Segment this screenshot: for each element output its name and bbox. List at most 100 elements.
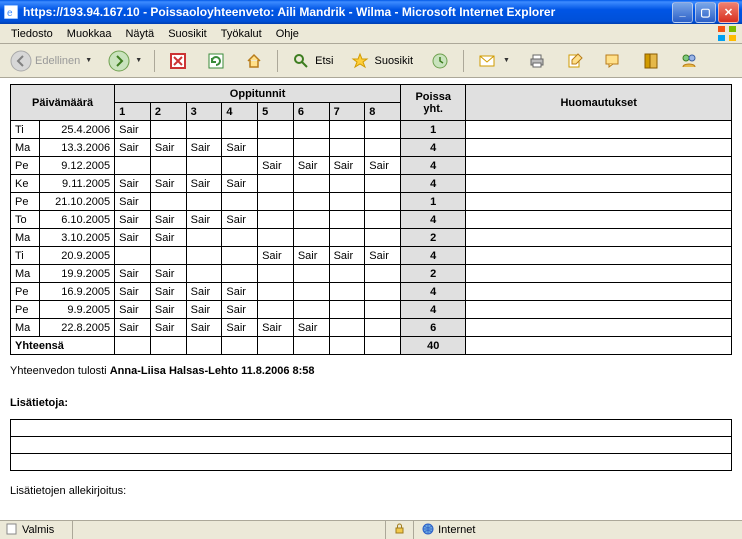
cell-total: 4 xyxy=(401,157,466,175)
titlebar: e https://193.94.167.10 - Poissaoloyhtee… xyxy=(0,0,742,24)
cell-lesson xyxy=(293,211,329,229)
cell-lesson xyxy=(365,193,401,211)
cell-total: 4 xyxy=(401,211,466,229)
cell-lesson xyxy=(329,193,365,211)
cell-lesson: Sair xyxy=(329,157,365,175)
printed-prefix: Yhteenvedon tulosti xyxy=(10,365,110,377)
table-row xyxy=(11,420,732,437)
cell-lesson xyxy=(329,319,365,337)
table-row: Ma13.3.2006SairSairSairSair4 xyxy=(11,139,732,157)
cell-lesson xyxy=(329,229,365,247)
cell-date: 22.8.2005 xyxy=(39,319,115,337)
cell-lesson xyxy=(150,193,186,211)
windows-logo-icon xyxy=(718,26,738,42)
star-icon xyxy=(349,50,371,72)
cell-day: Pe xyxy=(11,301,40,319)
cell-notes xyxy=(466,175,732,193)
head-lesson-7: 7 xyxy=(329,103,365,121)
cell-lesson: Sair xyxy=(365,247,401,265)
cell-lesson xyxy=(258,193,294,211)
internet-icon xyxy=(422,523,434,538)
cell-lesson xyxy=(186,157,222,175)
cell-lesson xyxy=(365,283,401,301)
table-row: Ti25.4.2006Sair1 xyxy=(11,121,732,139)
cell-lesson: Sair xyxy=(115,229,151,247)
menu-item-tools[interactable]: Työkalut xyxy=(214,26,269,42)
research-button[interactable] xyxy=(634,46,668,76)
cell-lesson: Sair xyxy=(222,139,258,157)
stop-button[interactable] xyxy=(161,46,195,76)
close-button[interactable]: ✕ xyxy=(718,2,739,23)
cell-lesson: Sair xyxy=(115,265,151,283)
extras-label: Lisätietoja: xyxy=(10,397,732,409)
cell-total: 6 xyxy=(401,319,466,337)
favorites-button[interactable]: Suosikit xyxy=(343,46,419,76)
printed-who: Anna-Liisa Halsas-Lehto 11.8.2006 8:58 xyxy=(110,365,315,377)
table-row xyxy=(11,454,732,471)
cell-lesson xyxy=(258,229,294,247)
cell-notes xyxy=(466,211,732,229)
absence-table: Päivämäärä Oppitunnit Poissa yht. Huomau… xyxy=(10,84,732,355)
svg-text:e: e xyxy=(7,8,13,19)
cell-lesson xyxy=(186,265,222,283)
menu-item-edit[interactable]: Muokkaa xyxy=(60,26,119,42)
menu-item-favorites[interactable]: Suosikit xyxy=(161,26,214,42)
cell-day: Ma xyxy=(11,229,40,247)
cell-day: Ma xyxy=(11,319,40,337)
menu-item-view[interactable]: Näytä xyxy=(118,26,161,42)
discuss-icon xyxy=(602,50,624,72)
table-row: Ma19.9.2005SairSair2 xyxy=(11,265,732,283)
messenger-button[interactable] xyxy=(672,46,706,76)
cell-lesson xyxy=(186,229,222,247)
head-lesson-3: 3 xyxy=(186,103,222,121)
print-icon xyxy=(526,50,548,72)
cell-lesson: Sair xyxy=(329,247,365,265)
discuss-button[interactable] xyxy=(596,46,630,76)
print-button[interactable] xyxy=(520,46,554,76)
minimize-button[interactable]: _ xyxy=(672,2,693,23)
lock-icon xyxy=(394,523,405,537)
chevron-down-icon: ▼ xyxy=(135,57,142,64)
menu-item-help[interactable]: Ohje xyxy=(269,26,306,42)
cell-lesson xyxy=(293,283,329,301)
cell-lesson xyxy=(258,301,294,319)
cell-lesson xyxy=(365,301,401,319)
head-date: Päivämäärä xyxy=(11,85,115,121)
cell-lesson xyxy=(293,121,329,139)
cell-lesson xyxy=(258,265,294,283)
head-lessons: Oppitunnit xyxy=(115,85,401,103)
status-zone: Internet xyxy=(414,521,742,539)
cell-date: 19.9.2005 xyxy=(39,265,115,283)
cell-lesson xyxy=(293,139,329,157)
cell-lesson: Sair xyxy=(186,175,222,193)
menu-item-file[interactable]: Tiedosto xyxy=(4,26,60,42)
refresh-button[interactable] xyxy=(199,46,233,76)
cell-lesson: Sair xyxy=(186,319,222,337)
cell-lesson: Sair xyxy=(222,211,258,229)
sum-total: 40 xyxy=(401,337,466,355)
cell-day: Ma xyxy=(11,139,40,157)
cell-lesson xyxy=(329,301,365,319)
table-row: To6.10.2005SairSairSairSair4 xyxy=(11,211,732,229)
search-button[interactable]: Etsi xyxy=(284,46,339,76)
cell-date: 9.9.2005 xyxy=(39,301,115,319)
cell-lesson: Sair xyxy=(115,211,151,229)
history-button[interactable] xyxy=(423,46,457,76)
edit-button[interactable] xyxy=(558,46,592,76)
cell-total: 1 xyxy=(401,193,466,211)
back-button[interactable]: Edellinen ▼ xyxy=(4,46,98,76)
mail-button[interactable]: ▼ xyxy=(470,46,516,76)
table-row: Pe16.9.2005SairSairSairSair4 xyxy=(11,283,732,301)
forward-button[interactable]: ▼ xyxy=(102,46,148,76)
page-icon xyxy=(6,523,18,538)
table-row: Ma22.8.2005SairSairSairSairSairSair6 xyxy=(11,319,732,337)
cell-lesson xyxy=(365,211,401,229)
maximize-button[interactable]: ▢ xyxy=(695,2,716,23)
home-button[interactable] xyxy=(237,46,271,76)
cell-lesson: Sair xyxy=(258,157,294,175)
cell-lesson xyxy=(222,121,258,139)
statusbar: Valmis Internet xyxy=(0,520,742,539)
cell-lesson xyxy=(186,121,222,139)
cell-date: 21.10.2005 xyxy=(39,193,115,211)
search-label: Etsi xyxy=(315,55,333,67)
